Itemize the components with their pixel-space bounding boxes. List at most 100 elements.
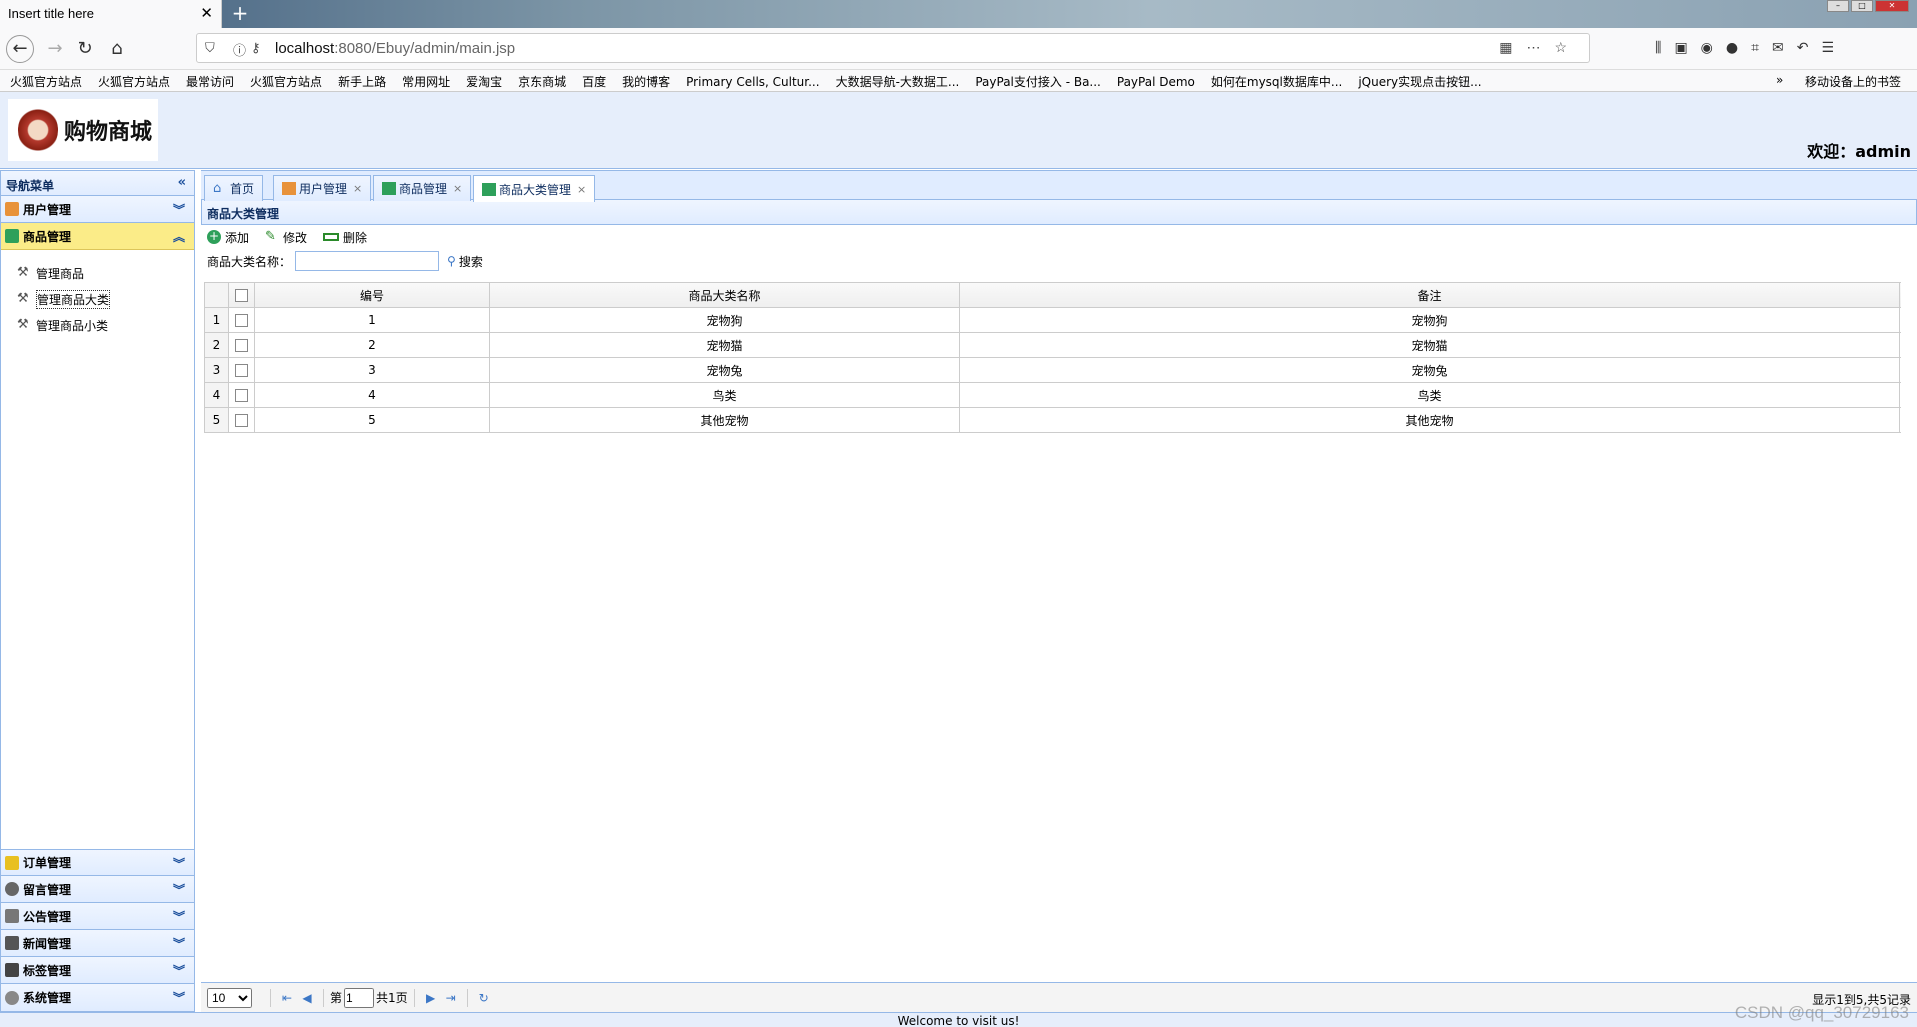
row-number: 3 <box>205 358 229 382</box>
submenu-item-manage-products[interactable]: ⚒ 管理商品 <box>1 260 194 286</box>
sidebar-item-label: 公告管理 <box>23 909 72 924</box>
sidebar-item-label: 用户管理 <box>23 202 72 217</box>
sidebar-item-orders[interactable]: 订单管理 ︾ <box>1 849 194 876</box>
select-all-checkbox[interactable] <box>235 288 248 302</box>
search-bar: 商品大类名称： ⚲ 搜索 <box>201 249 1917 273</box>
tab-product-management[interactable]: 商品管理 × <box>373 175 472 201</box>
bookmark-item[interactable]: 最常访问 <box>176 70 240 90</box>
prev-page-icon[interactable]: ◀ <box>297 991 317 1005</box>
table-row[interactable]: 2 2 宠物猫 宠物猫 <box>205 333 1901 358</box>
bookmark-item[interactable]: 火狐官方站点 <box>88 70 176 90</box>
bookmark-item[interactable]: 大数据导航-大数据工... <box>826 70 966 90</box>
bookmark-item[interactable]: Primary Cells, Cultur... <box>676 72 825 89</box>
collapse-icon[interactable]: « <box>178 175 186 190</box>
forward-icon[interactable]: → <box>42 36 68 62</box>
sidebar-bottom-items: 订单管理 ︾ 留言管理 ︾ 公告管理 ︾ 新闻管理 ︾ 标签管理 ︾ 系统管理 ︾ <box>1 849 194 1011</box>
sidebar-item-label: 留言管理 <box>23 882 72 897</box>
browser-tab[interactable]: Insert title here ✕ <box>0 0 222 28</box>
edit-button[interactable]: ✎ 修改 <box>265 229 307 245</box>
cell-name: 鸟类 <box>490 383 960 407</box>
row-checkbox[interactable] <box>235 313 248 327</box>
last-page-icon[interactable]: ⇥ <box>441 991 461 1005</box>
home-icon[interactable]: ⌂ <box>104 36 130 62</box>
app-header: 购物商城 欢迎：admin <box>0 92 1917 169</box>
bookmark-item[interactable]: PayPal Demo <box>1107 72 1201 89</box>
close-icon[interactable]: × <box>353 182 362 195</box>
bookmark-item[interactable]: 火狐官方站点 <box>240 70 328 90</box>
bookmark-item[interactable]: jQuery实现点击按钮... <box>1348 70 1487 90</box>
row-checkbox[interactable] <box>235 363 248 377</box>
bookmark-item[interactable]: 如何在mysql数据库中... <box>1201 70 1348 90</box>
table-row[interactable]: 5 5 其他宠物 其他宠物 <box>205 408 1901 433</box>
refresh-icon[interactable]: ↻ <box>474 991 494 1005</box>
divider <box>466 988 468 1007</box>
tab-big-category-management[interactable]: 商品大类管理 × <box>473 175 596 202</box>
tab-home[interactable]: ⌂ 首页 <box>204 175 264 201</box>
table-row[interactable]: 4 4 鸟类 鸟类 <box>205 383 1901 408</box>
home-icon: ⌂ <box>213 181 222 196</box>
back-icon[interactable]: ← <box>6 35 34 63</box>
search-input[interactable] <box>295 251 440 271</box>
submenu-item-manage-small-categories[interactable]: ⚒ 管理商品小类 <box>1 312 194 338</box>
sidebar-item-user-management[interactable]: 用户管理 ︾ <box>1 196 194 223</box>
search-icon[interactable]: ⚲ <box>447 254 456 268</box>
comment-icon <box>5 882 19 896</box>
bookmark-item[interactable]: 新手上路 <box>328 70 392 90</box>
delete-button[interactable]: 删除 <box>323 229 367 245</box>
close-icon[interactable]: × <box>577 183 586 196</box>
bookmark-item[interactable]: 常用网址 <box>392 70 456 90</box>
mobile-bookmarks[interactable]: 移动设备上的书签 <box>1795 70 1907 90</box>
sidebar-item-messages[interactable]: 留言管理 ︾ <box>1 876 194 903</box>
sidebar-item-notices[interactable]: 公告管理 ︾ <box>1 903 194 930</box>
toolbar-icons[interactable]: ⫼▣◉●⌗✉↶☰ <box>1655 40 1847 56</box>
bookmark-item[interactable]: 爱淘宝 <box>456 70 508 90</box>
delete-label: 删除 <box>343 230 368 245</box>
address-bar[interactable]: ⛉ ⓘ ⚷ localhost:8080/Ebuy/admin/main.jsp… <box>196 33 1590 63</box>
close-tab-icon[interactable]: ✕ <box>200 4 213 22</box>
info-icon[interactable]: ⓘ <box>233 40 246 59</box>
column-header-id[interactable]: 编号 <box>255 283 490 307</box>
add-button[interactable]: + 添加 <box>207 229 249 245</box>
sidebar-item-system[interactable]: 系统管理 ︾ <box>1 984 194 1011</box>
first-page-icon[interactable]: ⇤ <box>277 991 297 1005</box>
sidebar-item-product-management[interactable]: 商品管理 ︽ <box>1 223 194 250</box>
select-all-checkbox-cell <box>229 283 255 307</box>
column-header-remark[interactable]: 备注 <box>960 283 1900 307</box>
tab-user-management[interactable]: 用户管理 × <box>273 175 372 201</box>
panel-title: 商品大类管理 <box>201 200 1917 225</box>
sidebar-item-tags[interactable]: 标签管理 ︾ <box>1 957 194 984</box>
bookmark-item[interactable]: 京东商城 <box>508 70 572 90</box>
row-checkbox-cell <box>229 308 255 332</box>
url-actions[interactable]: ▦⋯☆ <box>1499 39 1581 56</box>
row-checkbox[interactable] <box>235 388 248 402</box>
table-row[interactable]: 1 1 宠物狗 宠物狗 <box>205 308 1901 333</box>
chevron-down-icon: ︾ <box>172 883 185 897</box>
bookmark-item[interactable]: 我的博客 <box>612 70 676 90</box>
bookmark-overflow-icon[interactable]: » <box>1766 70 1789 87</box>
cell-remark: 鸟类 <box>960 383 1900 407</box>
next-page-icon[interactable]: ▶ <box>421 991 441 1005</box>
column-header-name[interactable]: 商品大类名称 <box>490 283 960 307</box>
list-icon <box>5 229 19 243</box>
search-button[interactable]: 搜索 <box>459 253 483 270</box>
bookmark-item[interactable]: 百度 <box>572 70 612 90</box>
row-checkbox[interactable] <box>235 413 248 427</box>
table-row[interactable]: 3 3 宠物兔 宠物兔 <box>205 358 1901 383</box>
page-number-input[interactable] <box>344 987 375 1008</box>
reload-icon[interactable]: ↻ <box>72 36 98 62</box>
row-checkbox[interactable] <box>235 338 248 352</box>
chevron-down-icon: ︾ <box>172 857 185 871</box>
bookmark-item[interactable]: PayPal支付接入 - Ba... <box>965 70 1107 90</box>
remove-icon <box>323 233 340 241</box>
search-label: 商品大类名称： <box>207 254 292 269</box>
close-window-icon[interactable]: ✕ <box>1875 0 1909 12</box>
maximize-icon[interactable]: □ <box>1851 0 1873 12</box>
page-size-select[interactable]: 10 <box>207 987 252 1008</box>
close-icon[interactable]: × <box>453 182 462 195</box>
minimize-icon[interactable]: – <box>1827 0 1849 12</box>
chevron-down-icon: ︾ <box>172 991 185 1005</box>
sidebar-item-news[interactable]: 新闻管理 ︾ <box>1 930 194 957</box>
new-tab-button[interactable]: + <box>228 2 252 26</box>
bookmark-item[interactable]: 火狐官方站点 <box>0 70 88 90</box>
submenu-item-manage-big-categories[interactable]: ⚒ 管理商品大类 <box>1 286 194 312</box>
